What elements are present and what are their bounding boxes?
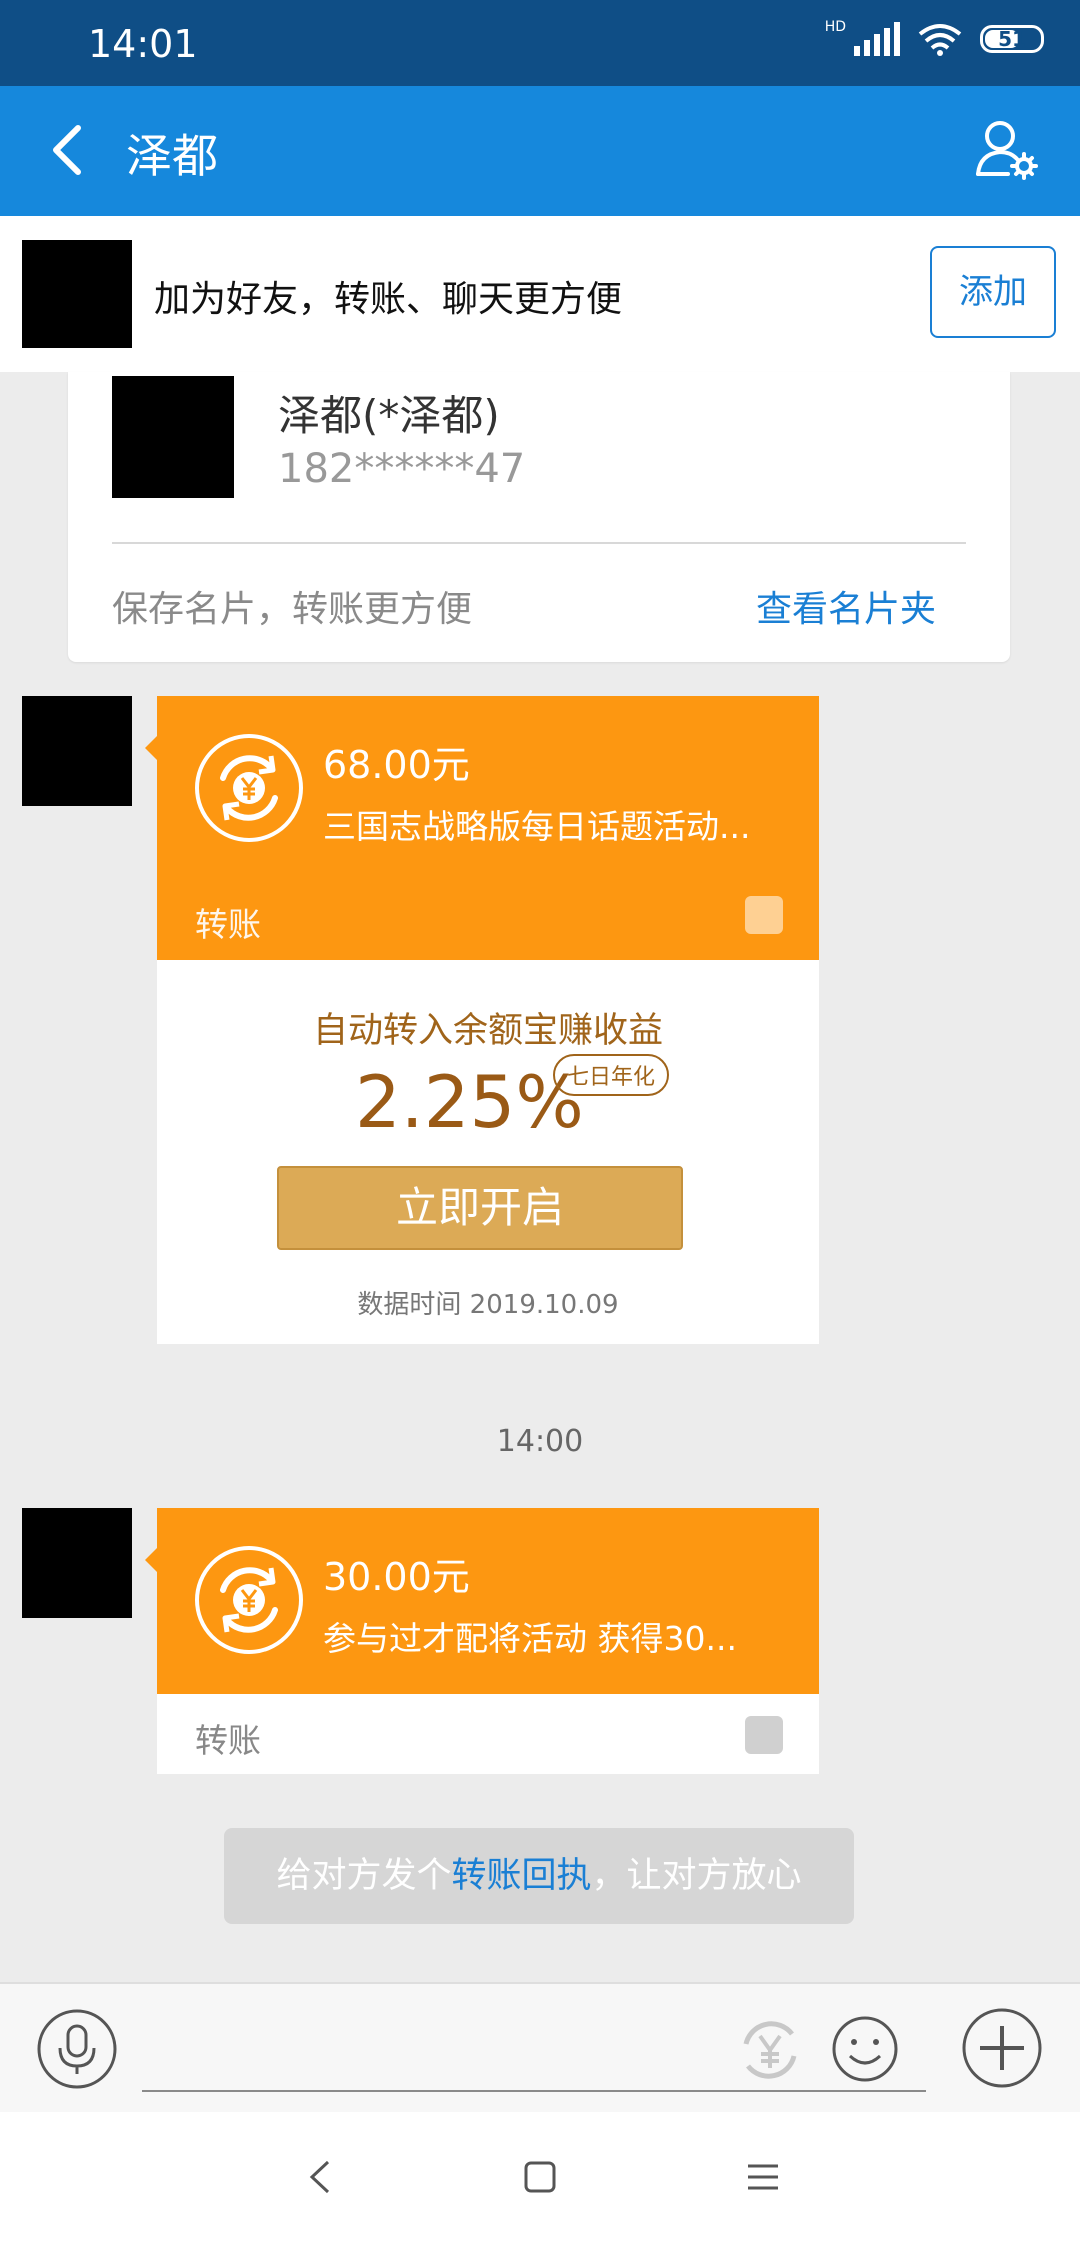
name-card[interactable]: 泽都(*泽都) 182******47 保存名片，转账更方便 查看名片夹: [68, 372, 1010, 662]
transfer-footer: 转账: [157, 1694, 819, 1774]
add-friend-text: 加为好友，转账、聊天更方便: [154, 279, 623, 320]
plus-icon[interactable]: [960, 2006, 1044, 2090]
promo-data-time: 数据时间 2019.10.09: [357, 1290, 619, 1320]
back-arrow-icon[interactable]: [40, 120, 100, 180]
add-friend-banner: 加为好友，转账、聊天更方便 添加: [0, 216, 1080, 372]
nav-menu-icon[interactable]: [738, 2152, 788, 2202]
transfer-coin-icon: [195, 1546, 303, 1654]
transfer-message[interactable]: 30.00元 参与过才配将活动 获得30... 转账: [145, 1508, 819, 1774]
avatar: [112, 376, 234, 498]
nav-home-icon[interactable]: [515, 2152, 565, 2202]
contact-name: 泽都(*泽都): [278, 391, 500, 440]
chat-input-bar: [0, 1982, 1080, 2114]
open-now-button[interactable]: 立即开启: [277, 1166, 683, 1250]
microphone-icon[interactable]: [36, 2008, 118, 2090]
transfer-message[interactable]: 68.00元 三国志战略版每日话题活动... 转账 自动转入余额宝赚收益 2.2…: [145, 696, 819, 1344]
alipay-icon: [745, 896, 783, 934]
promo-rate-badge: 七日年化: [553, 1054, 670, 1096]
battery-level: 51: [998, 27, 1026, 51]
avatar: [22, 240, 132, 348]
transfer-amount: 30.00元: [323, 1555, 470, 1599]
transfer-label: 转账: [195, 1721, 261, 1760]
promo-headline: 自动转入余额宝赚收益: [312, 1011, 663, 1051]
receipt-hint-suffix: ，让对方放心: [591, 1856, 802, 1896]
view-card-holder-link[interactable]: 查看名片夹: [756, 580, 936, 632]
message-input[interactable]: [142, 2090, 926, 2092]
contact-phone: 182******47: [278, 446, 526, 492]
save-card-text: 保存名片，转账更方便: [112, 589, 473, 630]
transfer-description: 三国志战略版每日话题活动...: [323, 807, 751, 846]
nav-back-icon[interactable]: [296, 2152, 346, 2202]
transfer-card[interactable]: 30.00元 参与过才配将活动 获得30...: [145, 1508, 819, 1694]
network-type: HD: [824, 19, 846, 35]
receipt-hint-prefix: 给对方发个: [276, 1856, 452, 1896]
transfer-label: 转账: [195, 905, 261, 944]
receipt-hint: 给对方发个转账回执，让对方放心: [224, 1828, 854, 1924]
status-time: 14:01: [88, 22, 198, 66]
yuebao-promo: 自动转入余额宝赚收益 2.25% 七日年化 立即开启 数据时间 2019.10.…: [157, 960, 819, 1344]
status-icons: HD 51: [824, 19, 1044, 56]
avatar[interactable]: [22, 696, 132, 806]
profile-settings-icon[interactable]: [974, 116, 1040, 182]
yen-transfer-icon[interactable]: [736, 2016, 804, 2084]
transfer-amount: 68.00元: [323, 743, 470, 787]
system-nav-bar: [0, 2112, 1080, 2244]
avatar[interactable]: [22, 1508, 132, 1618]
transfer-receipt-link[interactable]: 转账回执: [451, 1856, 591, 1896]
battery-icon: 51: [980, 25, 1044, 53]
add-friend-button[interactable]: 添加: [930, 246, 1056, 338]
title-bar: 泽都: [0, 86, 1080, 216]
alipay-icon: [745, 1716, 783, 1754]
divider: [112, 542, 966, 544]
status-bar: 14:01 HD 51: [0, 0, 1080, 86]
transfer-card[interactable]: 68.00元 三国志战略版每日话题活动... 转账: [145, 696, 819, 960]
page-title: 泽都: [126, 129, 218, 183]
signal-icon: [854, 22, 900, 56]
transfer-description: 参与过才配将活动 获得30...: [323, 1619, 737, 1658]
emoji-icon[interactable]: [830, 2014, 900, 2084]
message-timestamp: 14:00: [496, 1424, 584, 1459]
promo-rate: 2.25%: [355, 1060, 584, 1144]
transfer-coin-icon: [195, 734, 303, 842]
wifi-icon: [918, 24, 962, 56]
